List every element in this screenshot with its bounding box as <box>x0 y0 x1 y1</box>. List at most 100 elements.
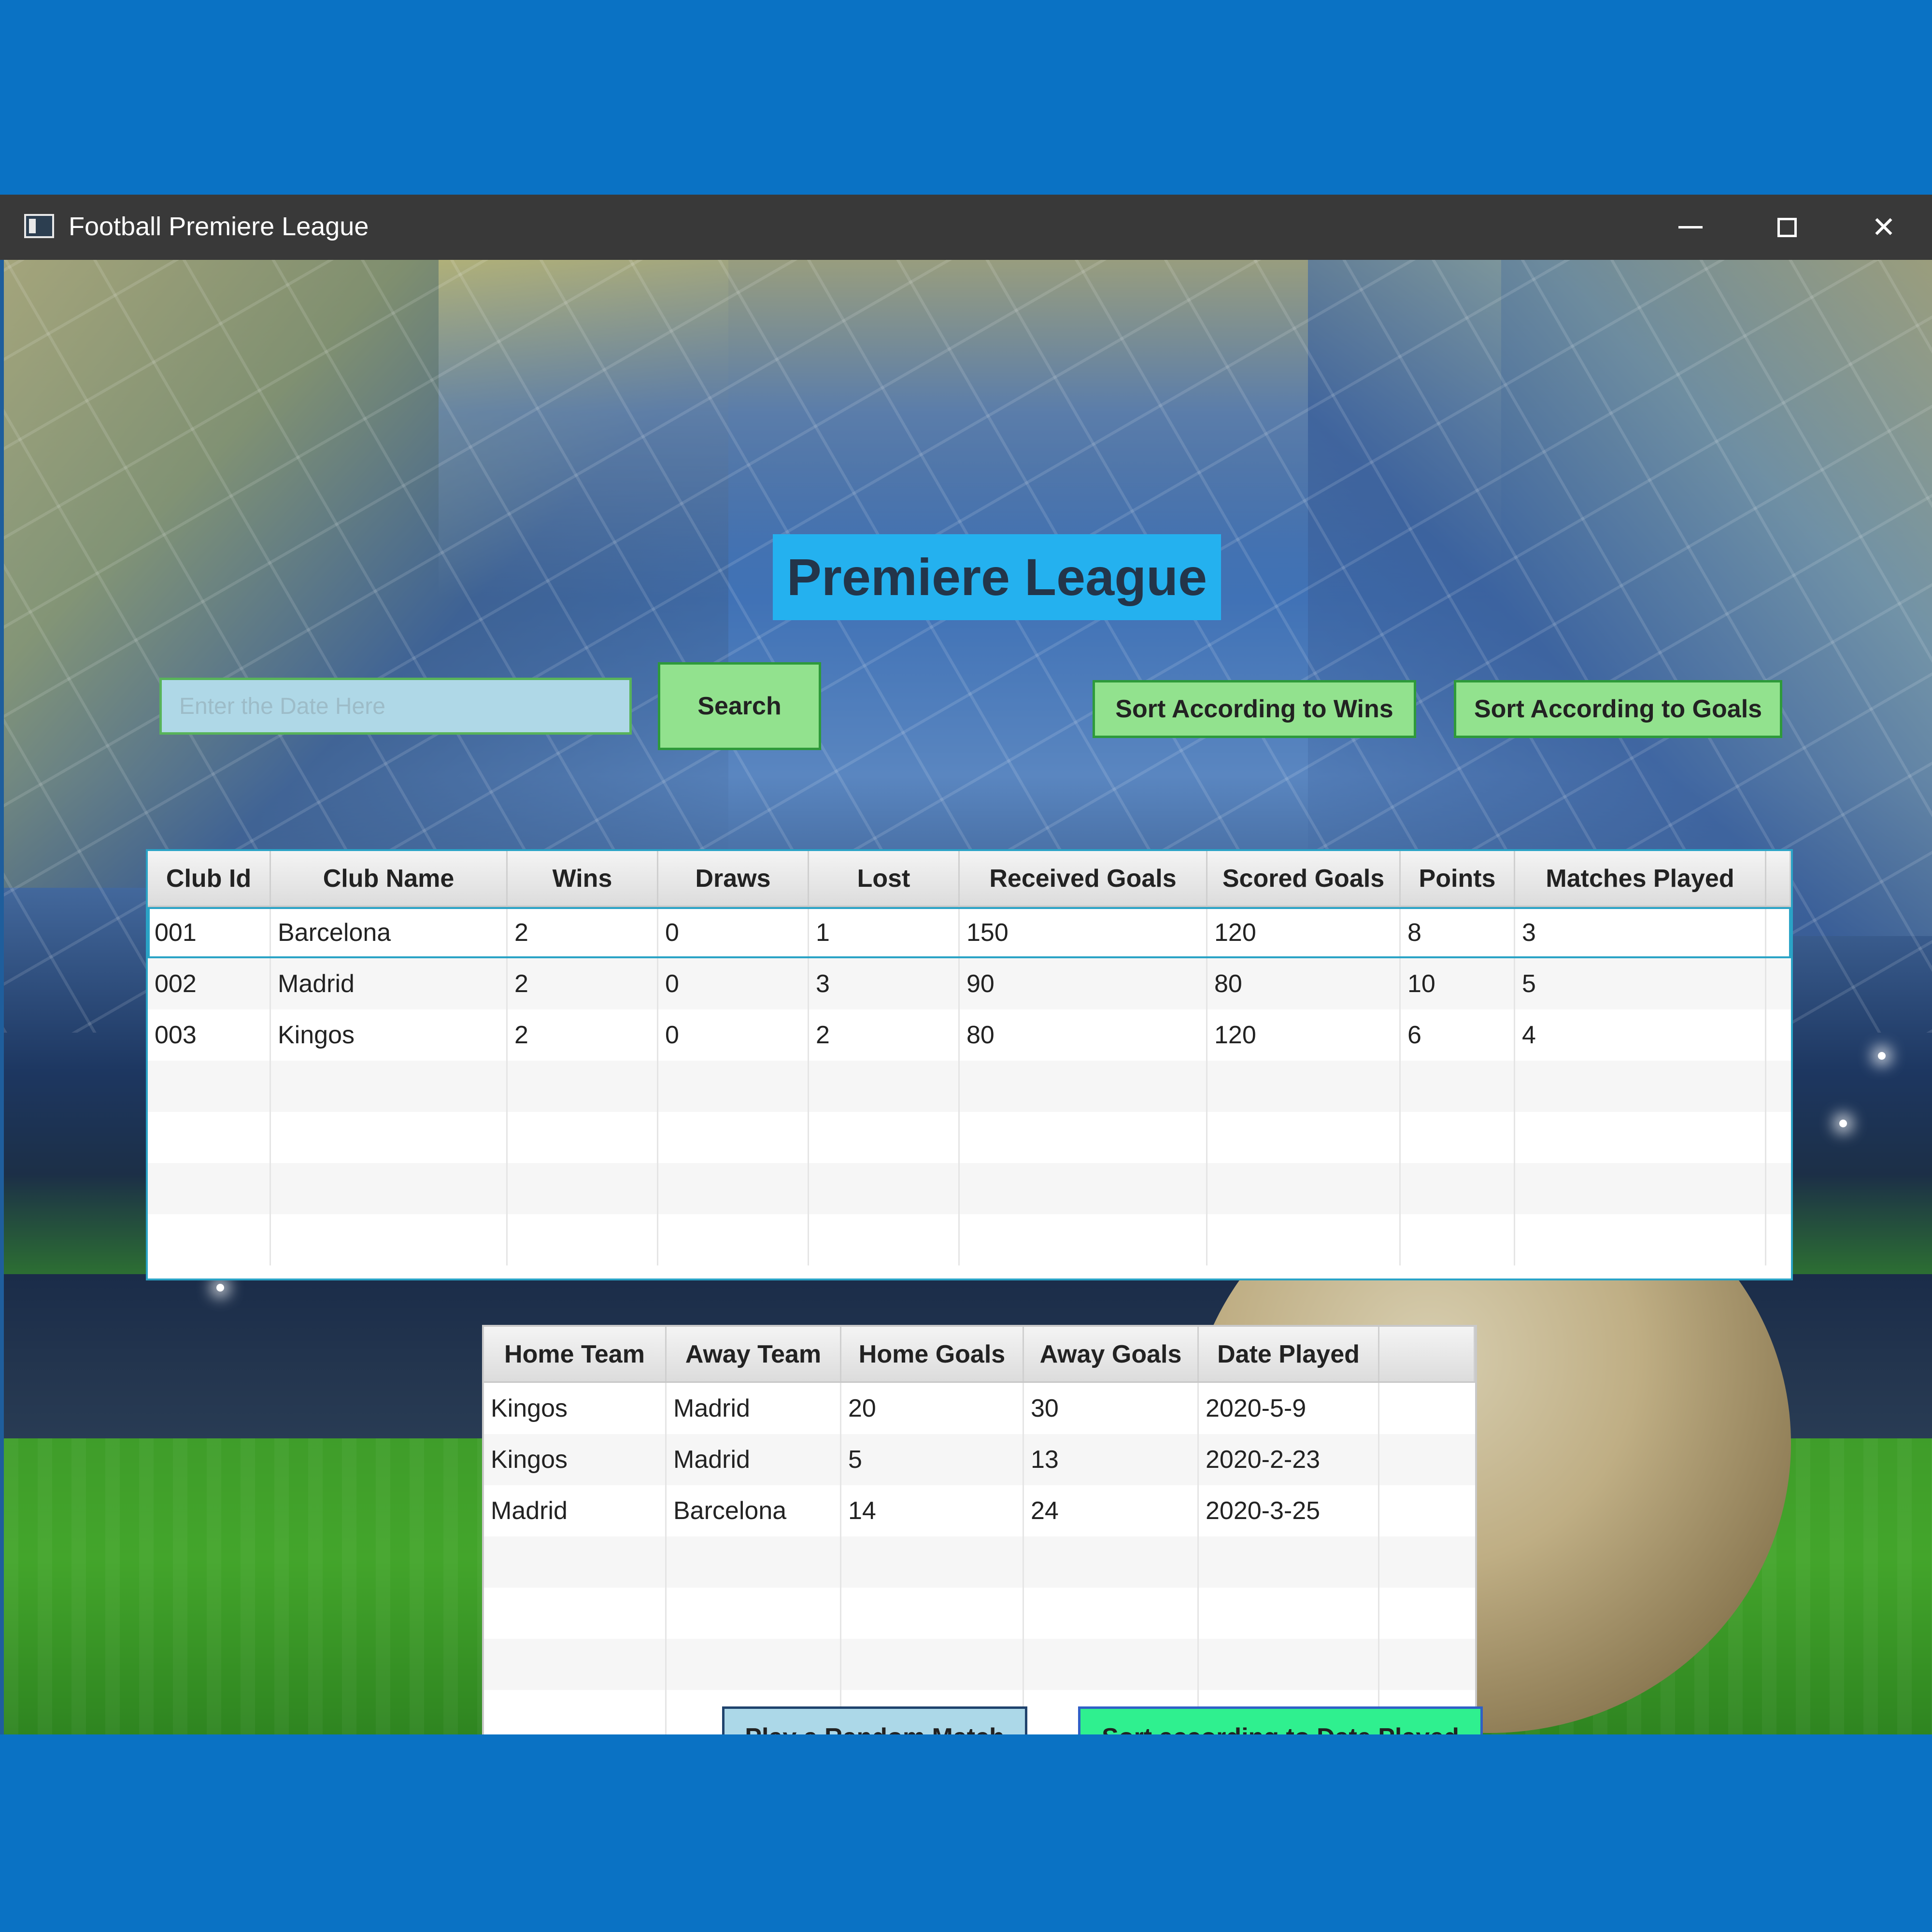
column-header[interactable]: Club Id <box>148 851 271 906</box>
clubs-table: Club Id Club Name Wins Draws Lost Receiv… <box>146 849 1793 1280</box>
table-row[interactable]: 002 Madrid 2 0 3 90 80 10 5 <box>148 958 1791 1009</box>
table-row[interactable]: 003 Kingos 2 0 2 80 120 6 4 <box>148 1009 1791 1061</box>
empty-cell <box>1515 1214 1766 1265</box>
app-icon <box>24 214 54 238</box>
close-button[interactable]: ✕ <box>1835 195 1932 260</box>
table-cell: Madrid <box>667 1383 841 1434</box>
table-cell: 20 <box>841 1383 1024 1434</box>
table-cell: 120 <box>1208 907 1401 958</box>
table-cell: 150 <box>960 907 1208 958</box>
play-random-match-button[interactable]: Play a Random Match <box>722 1706 1027 1734</box>
empty-cell <box>841 1536 1024 1588</box>
column-header[interactable]: Away Goals <box>1024 1327 1199 1381</box>
table-cell: 0 <box>658 1009 809 1061</box>
table-row[interactable]: Madrid Barcelona 14 24 2020-3-25 <box>484 1485 1475 1536</box>
column-header-filler <box>1379 1327 1475 1381</box>
empty-cell <box>1401 1112 1515 1163</box>
empty-row <box>484 1588 1475 1639</box>
empty-cell <box>1199 1536 1379 1588</box>
empty-cell <box>1208 1214 1401 1265</box>
table-cell: Madrid <box>271 958 508 1009</box>
empty-cell <box>667 1639 841 1690</box>
empty-cell <box>658 1112 809 1163</box>
date-search-input[interactable] <box>159 678 632 735</box>
maximize-button[interactable] <box>1739 195 1835 260</box>
empty-cell <box>484 1639 667 1690</box>
empty-row <box>484 1536 1475 1588</box>
empty-row <box>148 1112 1791 1163</box>
empty-cell <box>1024 1588 1199 1639</box>
empty-cell <box>809 1214 960 1265</box>
empty-row <box>148 1061 1791 1112</box>
empty-cell <box>148 1214 271 1265</box>
empty-cell <box>1024 1536 1199 1588</box>
empty-cell <box>484 1536 667 1588</box>
column-header[interactable]: Draws <box>658 851 809 906</box>
table-cell: 0 <box>658 907 809 958</box>
sort-by-goals-button[interactable]: Sort According to Goals <box>1454 680 1782 738</box>
empty-cell <box>658 1214 809 1265</box>
column-header[interactable]: Scored Goals <box>1208 851 1401 906</box>
minimize-button[interactable] <box>1642 195 1739 260</box>
column-header[interactable]: Received Goals <box>960 851 1208 906</box>
empty-cell <box>809 1163 960 1214</box>
sort-by-date-button[interactable]: Sort according to Date Played <box>1078 1706 1483 1734</box>
empty-cell <box>960 1214 1208 1265</box>
column-header[interactable]: Away Team <box>667 1327 841 1381</box>
empty-cell <box>667 1588 841 1639</box>
empty-cell <box>508 1112 658 1163</box>
table-cell: 4 <box>1515 1009 1766 1061</box>
table-cell: Kingos <box>484 1383 667 1434</box>
table-cell: Madrid <box>667 1434 841 1485</box>
table-cell: 14 <box>841 1485 1024 1536</box>
app-window: Football Premiere League ✕ Premiere Leag… <box>0 195 1932 1734</box>
empty-cell <box>508 1214 658 1265</box>
empty-cell <box>960 1112 1208 1163</box>
empty-cell <box>1401 1214 1515 1265</box>
table-cell: 2020-2-23 <box>1199 1434 1379 1485</box>
empty-cell <box>841 1588 1024 1639</box>
table-cell: 5 <box>841 1434 1024 1485</box>
title-bar: Football Premiere League ✕ <box>0 195 1932 260</box>
table-cell: Barcelona <box>271 907 508 958</box>
column-header[interactable]: Lost <box>809 851 960 906</box>
table-cell: 001 <box>148 907 271 958</box>
window-title: Football Premiere League <box>69 212 369 241</box>
table-row[interactable]: Kingos Madrid 20 30 2020-5-9 <box>484 1383 1475 1434</box>
table-cell: 5 <box>1515 958 1766 1009</box>
empty-row <box>484 1639 1475 1690</box>
table-cell: 3 <box>809 958 960 1009</box>
empty-cell <box>809 1112 960 1163</box>
floodlight <box>216 1284 224 1292</box>
table-cell: 6 <box>1401 1009 1515 1061</box>
column-header[interactable]: Matches Played <box>1515 851 1766 906</box>
search-button[interactable]: Search <box>658 662 821 750</box>
empty-cell <box>1515 1061 1766 1112</box>
column-header[interactable]: Wins <box>508 851 658 906</box>
table-row[interactable]: 001 Barcelona 2 0 1 150 120 8 3 <box>148 907 1791 958</box>
table-cell: 003 <box>148 1009 271 1061</box>
floodlight <box>1878 1052 1886 1060</box>
empty-row <box>148 1163 1791 1214</box>
column-header[interactable]: Home Team <box>484 1327 667 1381</box>
empty-cell <box>1208 1112 1401 1163</box>
column-header[interactable]: Points <box>1401 851 1515 906</box>
table-cell: 90 <box>960 958 1208 1009</box>
matches-table-header: Home Team Away Team Home Goals Away Goal… <box>484 1327 1475 1383</box>
empty-cell <box>841 1639 1024 1690</box>
table-cell: 2 <box>809 1009 960 1061</box>
column-header[interactable]: Date Played <box>1199 1327 1379 1381</box>
sort-by-wins-button[interactable]: Sort According to Wins <box>1093 680 1416 738</box>
empty-cell <box>1024 1639 1199 1690</box>
column-header[interactable]: Home Goals <box>841 1327 1024 1381</box>
table-cell: Barcelona <box>667 1485 841 1536</box>
table-cell: 30 <box>1024 1383 1199 1434</box>
empty-cell <box>809 1061 960 1112</box>
empty-cell <box>271 1112 508 1163</box>
table-cell: 0 <box>658 958 809 1009</box>
table-cell: 10 <box>1401 958 1515 1009</box>
empty-cell <box>1208 1163 1401 1214</box>
table-row[interactable]: Kingos Madrid 5 13 2020-2-23 <box>484 1434 1475 1485</box>
table-cell: Kingos <box>271 1009 508 1061</box>
column-header[interactable]: Club Name <box>271 851 508 906</box>
